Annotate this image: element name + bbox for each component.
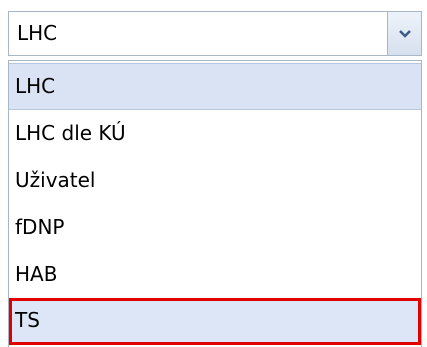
dropdown-option-fdnp[interactable]: fDNP	[9, 204, 421, 251]
dropdown-toggle-button[interactable]	[387, 12, 421, 55]
chevron-down-icon	[398, 29, 411, 38]
dropdown-list: LHC LHC dle KÚ Uživatel fDNP HAB TS	[8, 60, 422, 347]
layer-select[interactable]: LHC	[8, 11, 422, 56]
dropdown-option-lhc[interactable]: LHC	[9, 63, 421, 110]
dropdown-option-lhc-dle-ku[interactable]: LHC dle KÚ	[9, 110, 421, 157]
layer-select-value: LHC	[17, 21, 58, 45]
dropdown-option-hab[interactable]: HAB	[9, 251, 421, 298]
dropdown-option-ts[interactable]: TS	[9, 298, 421, 345]
dropdown-option-uzivatel[interactable]: Uživatel	[9, 157, 421, 204]
